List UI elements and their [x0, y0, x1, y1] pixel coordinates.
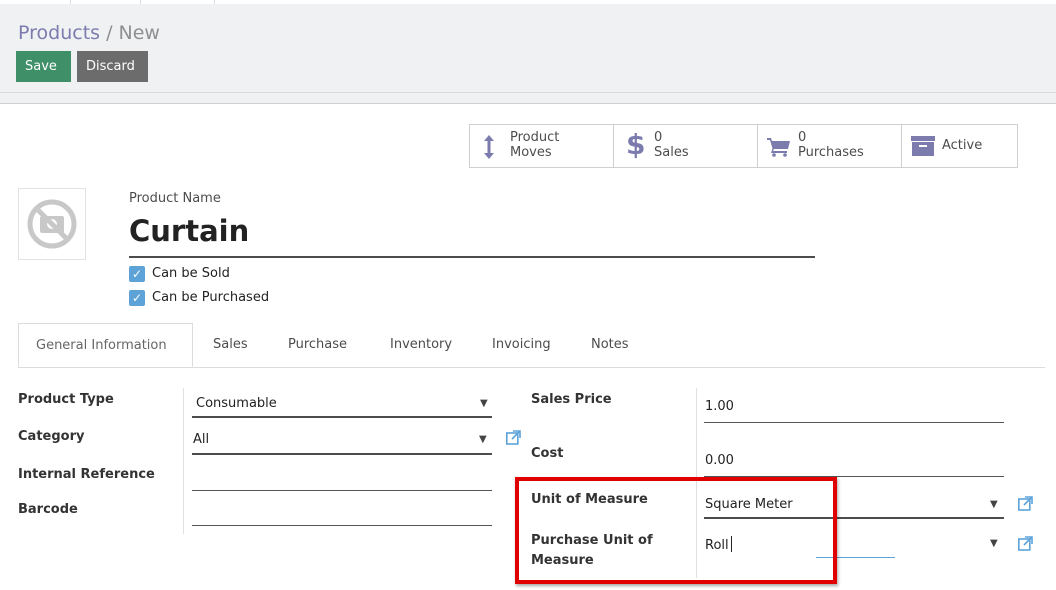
- notebook-tabs: General Information Sales Purchase Inven…: [18, 323, 1045, 368]
- purchases-button[interactable]: 0 Purchases: [757, 124, 902, 168]
- dollar-icon: $: [626, 128, 646, 161]
- product-type-select[interactable]: Consumable: [196, 396, 277, 411]
- control-panel-gap: [0, 93, 1056, 104]
- barcode-underline: [192, 525, 492, 526]
- uom-caret-icon[interactable]: ▼: [990, 499, 998, 510]
- tab-purchase[interactable]: Purchase: [288, 323, 347, 367]
- product-image-placeholder[interactable]: [18, 188, 86, 260]
- breadcrumb-current: New: [118, 22, 160, 44]
- can-be-sold-label: Can be Sold: [152, 266, 230, 281]
- can-be-purchased-label: Can be Purchased: [152, 290, 270, 305]
- cost-input[interactable]: 0.00: [705, 453, 734, 468]
- sales-label: 0 Sales: [654, 130, 689, 160]
- product-type-underline: [192, 416, 492, 418]
- active-label: Active: [942, 138, 983, 153]
- discard-button[interactable]: Discard: [77, 51, 148, 82]
- cost-label: Cost: [531, 446, 564, 461]
- product-moves-line2: Moves: [510, 145, 552, 160]
- product-name-label: Product Name: [129, 191, 221, 206]
- control-panel: Products / New Save Discard: [0, 4, 1056, 93]
- save-button[interactable]: Save: [16, 51, 71, 82]
- left-column-separator: [183, 388, 184, 534]
- category-label: Category: [18, 429, 85, 444]
- product-moves-button[interactable]: Product Moves: [469, 124, 614, 168]
- breadcrumb-separator: /: [100, 22, 119, 44]
- tab-notes[interactable]: Notes: [591, 323, 629, 367]
- purchases-label: 0 Purchases: [798, 130, 864, 160]
- sales-button[interactable]: $ 0 Sales: [613, 124, 758, 168]
- sales-price-underline: [704, 422, 1004, 423]
- can-be-purchased-checkbox[interactable]: ✓: [129, 290, 145, 306]
- purchase-uom-external-link-icon[interactable]: [1018, 536, 1033, 551]
- purchases-text: Purchases: [798, 145, 864, 160]
- active-toggle-button[interactable]: Active: [901, 124, 1018, 168]
- can-be-sold-checkbox[interactable]: ✓: [129, 266, 145, 282]
- highlight-annotation-box: [515, 477, 837, 584]
- product-moves-line1: Product: [510, 130, 560, 145]
- barcode-label: Barcode: [18, 502, 78, 517]
- shopping-cart-icon: [767, 138, 790, 157]
- sales-count: 0: [654, 130, 663, 145]
- no-camera-icon: [27, 199, 77, 249]
- product-moves-label: Product Moves: [510, 130, 559, 160]
- product-name-underline: [129, 256, 815, 258]
- sales-price-label: Sales Price: [531, 392, 612, 407]
- product-name-input[interactable]: Curtain: [129, 214, 249, 248]
- internal-reference-underline: [192, 490, 492, 491]
- product-type-label: Product Type: [18, 392, 114, 407]
- tab-invoicing[interactable]: Invoicing: [492, 323, 551, 367]
- tab-sales[interactable]: Sales: [213, 323, 248, 367]
- arrows-vertical-icon: [484, 135, 494, 159]
- tab-general-information[interactable]: General Information: [18, 323, 193, 367]
- purchase-uom-caret-icon[interactable]: ▼: [990, 538, 998, 549]
- category-external-link-icon[interactable]: [506, 430, 521, 445]
- breadcrumb-products-link[interactable]: Products: [18, 22, 100, 44]
- sales-price-input[interactable]: 1.00: [705, 399, 734, 414]
- category-caret-icon[interactable]: ▼: [479, 434, 487, 445]
- category-select[interactable]: All: [193, 432, 209, 447]
- uom-external-link-icon[interactable]: [1018, 496, 1033, 511]
- internal-reference-label: Internal Reference: [18, 467, 155, 482]
- archive-icon: [911, 136, 935, 156]
- breadcrumb: Products / New: [18, 22, 160, 44]
- tab-inventory[interactable]: Inventory: [390, 323, 452, 367]
- sales-text: Sales: [654, 145, 689, 160]
- purchases-count: 0: [798, 130, 807, 145]
- category-underline: [192, 453, 492, 455]
- product-type-caret-icon[interactable]: ▼: [480, 398, 488, 409]
